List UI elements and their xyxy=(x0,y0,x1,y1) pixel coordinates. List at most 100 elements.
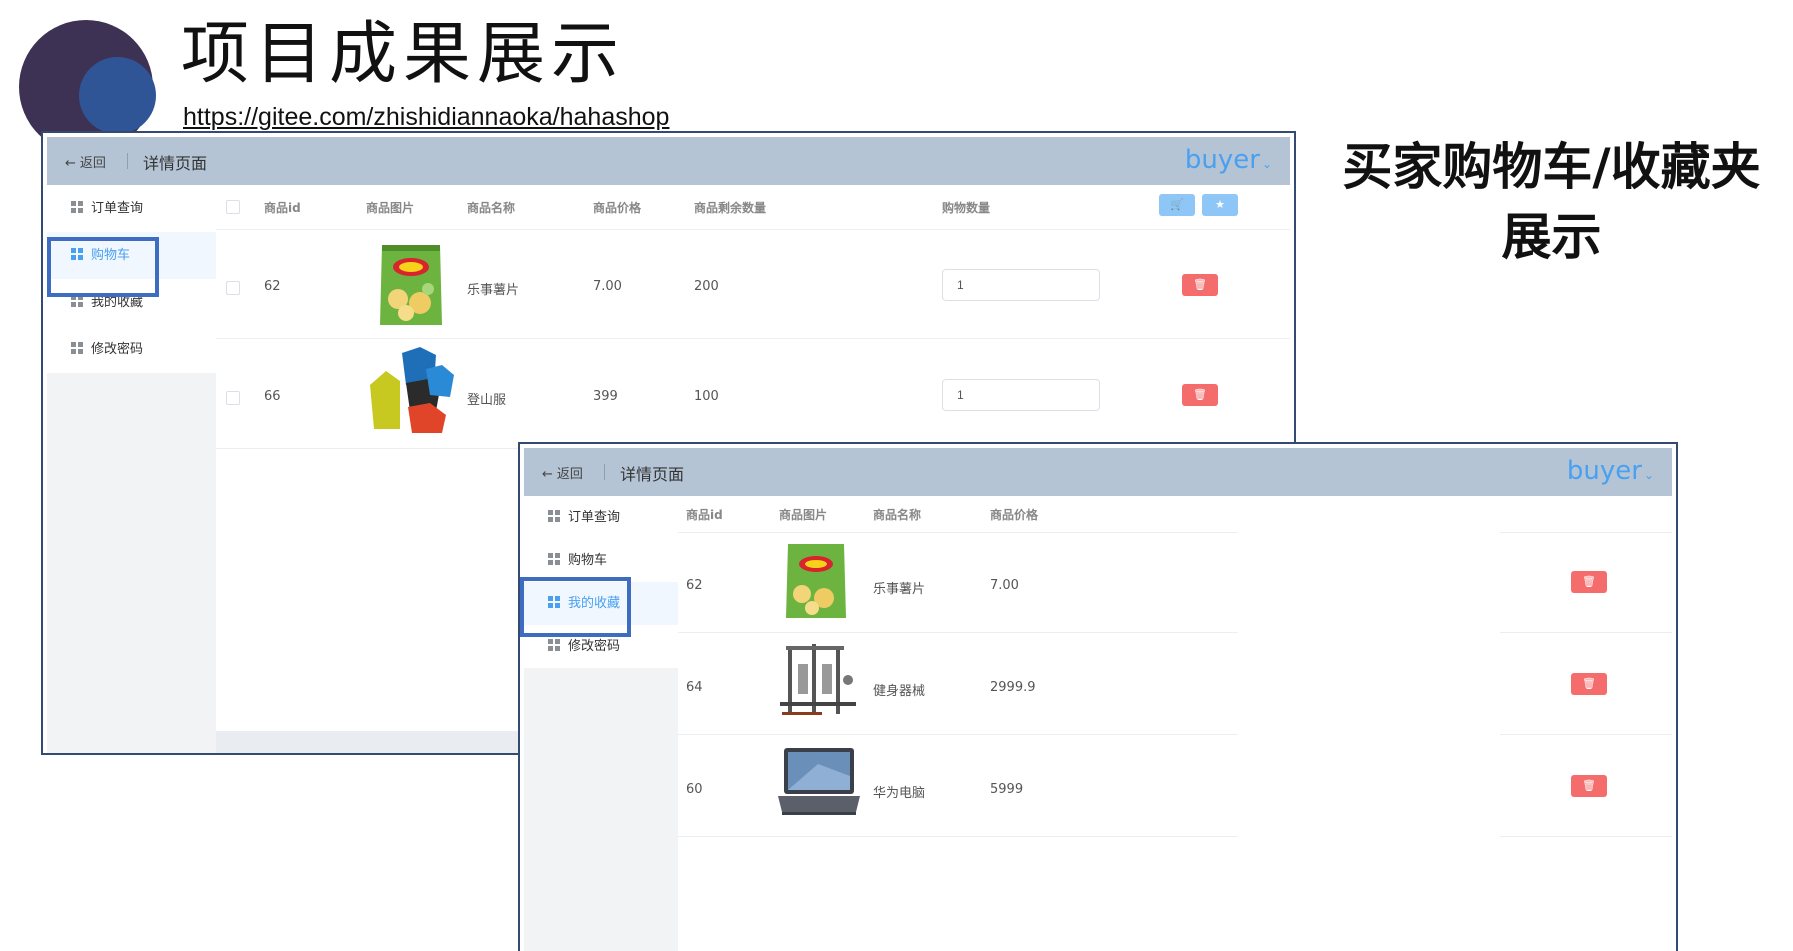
trash-icon: 🗑 xyxy=(1582,575,1596,588)
column-header: 商品剩余数量 xyxy=(694,201,767,215)
header-divider xyxy=(604,464,605,480)
product-name: 登山服 xyxy=(467,393,507,408)
grid-icon xyxy=(548,553,560,565)
product-name: 健身器械 xyxy=(873,684,926,699)
app-header: ← 返回 详情页面 buyer ⌄ xyxy=(47,137,1290,185)
delete-button[interactable]: 🗑 xyxy=(1571,571,1607,593)
grid-icon xyxy=(548,639,560,651)
star-icon: ★ xyxy=(1215,198,1225,211)
sidebar-item-password[interactable]: 修改密码 xyxy=(47,326,216,373)
user-name: buyer xyxy=(1566,456,1642,486)
row-divider xyxy=(678,734,1238,735)
column-header: 商品图片 xyxy=(366,201,415,215)
select-all-checkbox[interactable] xyxy=(226,200,240,214)
product-price: 2999.9 xyxy=(990,680,1036,695)
column-header: 商品id xyxy=(686,508,723,522)
user-menu[interactable]: buyer ⌄ xyxy=(1567,456,1654,486)
product-name: 乐事薯片 xyxy=(467,283,520,298)
product-name: 乐事薯片 xyxy=(873,582,926,597)
sidebar-item-label: 修改密码 xyxy=(568,639,621,654)
delete-button[interactable]: 🗑 xyxy=(1571,673,1607,695)
grid-icon xyxy=(71,342,83,354)
sidebar-item-password[interactable]: 修改密码 xyxy=(524,625,678,668)
sidebar-item-label: 购物车 xyxy=(568,553,608,568)
slide-title: 项目成果展示 xyxy=(181,15,626,94)
sidebar: 订单查询 购物车 我的收藏 修改密码 xyxy=(524,496,678,951)
column-header: 商品名称 xyxy=(873,508,922,522)
chips-bag-image xyxy=(786,544,846,618)
row-checkbox[interactable] xyxy=(226,281,240,295)
sidebar-item-orders[interactable]: 订单查询 xyxy=(524,496,678,539)
delete-button[interactable]: 🗑 xyxy=(1182,384,1218,406)
trash-icon: 🗑 xyxy=(1582,677,1596,690)
column-header: 商品图片 xyxy=(779,508,828,522)
app-header: ← 返回 详情页面 buyer ⌄ xyxy=(524,448,1672,496)
slide-caption: 买家购物车/收藏夹 展示 xyxy=(1310,132,1793,272)
product-stock: 200 xyxy=(694,279,719,294)
chips-bag-image xyxy=(380,245,442,325)
row-divider xyxy=(1500,632,1672,633)
sidebar-item-orders[interactable]: 订单查询 xyxy=(47,185,216,232)
sidebar-item-label: 订单查询 xyxy=(568,510,621,525)
column-header: 商品名称 xyxy=(467,201,516,215)
row-divider xyxy=(678,632,1238,633)
logo-circle-blue xyxy=(79,57,156,134)
laptop-image xyxy=(778,748,860,815)
row-divider xyxy=(1500,532,1672,533)
column-header: 购物数量 xyxy=(942,201,991,215)
add-to-favorites-button[interactable]: ★ xyxy=(1202,194,1238,216)
user-menu[interactable]: buyer ⌄ xyxy=(1185,145,1272,175)
sidebar-item-label: 订单查询 xyxy=(91,201,144,216)
product-id: 64 xyxy=(686,680,703,695)
sidebar-item-label: 我的收藏 xyxy=(91,295,144,310)
sidebar-item-favorites[interactable]: 我的收藏 xyxy=(47,279,216,326)
grid-icon xyxy=(71,201,83,213)
column-header: 商品价格 xyxy=(593,201,642,215)
sidebar-item-label: 我的收藏 xyxy=(568,596,621,611)
gym-equipment-image xyxy=(780,644,856,715)
product-price: 399 xyxy=(593,389,618,404)
product-id: 60 xyxy=(686,782,703,797)
back-label: 返回 xyxy=(79,156,106,171)
trash-icon: 🗑 xyxy=(1582,779,1596,792)
page-title: 详情页面 xyxy=(143,154,208,173)
row-divider xyxy=(1500,734,1672,735)
chevron-down-icon: ⌄ xyxy=(1643,468,1654,482)
cart-icon: 🛒 xyxy=(1170,198,1184,211)
grid-icon xyxy=(71,248,83,260)
back-button[interactable]: ← 返回 xyxy=(542,463,583,482)
add-to-cart-button[interactable]: 🛒 xyxy=(1159,194,1195,216)
quantity-input[interactable] xyxy=(942,269,1100,301)
repo-link[interactable]: https://gitee.com/zhishidiannaoka/hahash… xyxy=(183,103,669,132)
delete-button[interactable]: 🗑 xyxy=(1571,775,1607,797)
row-divider xyxy=(1500,836,1672,837)
quantity-input[interactable] xyxy=(942,379,1100,411)
arrow-left-icon: ← xyxy=(542,467,553,482)
caption-line-2: 展示 xyxy=(1501,208,1602,266)
sidebar: 订单查询 购物车 我的收藏 修改密码 xyxy=(47,185,216,753)
arrow-left-icon: ← xyxy=(65,156,76,171)
product-price: 5999 xyxy=(990,782,1024,797)
favorites-window: ← 返回 详情页面 buyer ⌄ 订单查询 购物车 我的收藏 修改密码 商品id … xyxy=(518,442,1678,951)
header-divider xyxy=(127,153,128,169)
sidebar-item-label: 修改密码 xyxy=(91,342,144,357)
delete-button[interactable]: 🗑 xyxy=(1182,274,1218,296)
grid-icon xyxy=(548,510,560,522)
page-title: 详情页面 xyxy=(620,465,685,484)
sidebar-item-favorites[interactable]: 我的收藏 xyxy=(524,582,678,625)
sidebar-item-cart[interactable]: 购物车 xyxy=(524,539,678,582)
back-label: 返回 xyxy=(556,467,583,482)
back-button[interactable]: ← 返回 xyxy=(65,152,106,171)
row-divider xyxy=(216,229,1290,230)
jackets-image xyxy=(370,347,454,433)
chevron-down-icon: ⌄ xyxy=(1261,157,1272,171)
product-stock: 100 xyxy=(694,389,719,404)
row-divider xyxy=(216,338,1290,339)
grid-icon xyxy=(548,596,560,608)
product-price: 7.00 xyxy=(593,279,622,294)
user-name: buyer xyxy=(1184,145,1260,175)
sidebar-item-cart[interactable]: 购物车 xyxy=(47,232,216,279)
row-checkbox[interactable] xyxy=(226,391,240,405)
grid-icon xyxy=(71,295,83,307)
product-id: 62 xyxy=(686,578,703,593)
